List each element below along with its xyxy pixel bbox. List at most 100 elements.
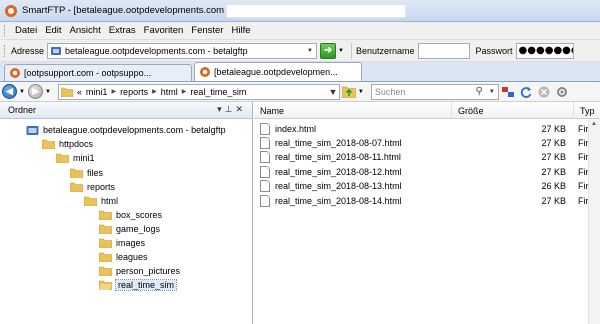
file-row[interactable]: real_time_sim_2018-08-11.html 27 KB Fire…: [254, 150, 600, 164]
toolbar-grip[interactable]: [4, 24, 7, 37]
html-file-icon: [260, 166, 270, 178]
column-label: Name: [260, 105, 285, 116]
column-header-size[interactable]: Größe: [452, 102, 574, 119]
search-icon[interactable]: ⚲: [476, 86, 483, 97]
tree-item-mini1[interactable]: mini1: [56, 151, 95, 165]
file-size: 27 KB: [541, 196, 566, 206]
tab-bar: [ootpsupport.com - ootpsuppo... [betalea…: [0, 62, 600, 82]
back-button[interactable]: ◀: [2, 84, 17, 99]
username-field[interactable]: [417, 42, 470, 59]
html-file-icon: [260, 151, 270, 163]
queue-icon[interactable]: [501, 85, 515, 99]
breadcrumb-mini1[interactable]: mini1: [86, 87, 108, 97]
file-name: real_time_sim_2018-08-12.html: [275, 167, 402, 177]
arrow-right-icon: ➜: [323, 45, 333, 56]
menu-favoriten[interactable]: Favoriten: [140, 25, 188, 36]
toolbar-grip[interactable]: [4, 44, 7, 57]
chevron-right-icon[interactable]: ▶: [111, 88, 116, 95]
address-toolbar: Adresse betaleague.ootpdevelopments.com …: [0, 40, 600, 62]
tree-item-leagues[interactable]: leagues: [99, 250, 148, 264]
breadcrumb-real-time-sim[interactable]: real_time_sim: [190, 87, 246, 97]
pin-icon[interactable]: ⊥: [225, 104, 236, 114]
file-row[interactable]: real_time_sim_2018-08-14.html 27 KB Fire…: [254, 194, 600, 208]
file-row[interactable]: real_time_sim_2018-08-12.html 27 KB Fire…: [254, 165, 600, 179]
chevron-down-icon[interactable]: ▼: [45, 89, 51, 95]
refresh-icon[interactable]: [519, 85, 533, 99]
folder-icon: [42, 139, 55, 149]
tree-item-images[interactable]: images: [99, 236, 145, 250]
file-row[interactable]: index.html 27 KB Firefox: [254, 122, 600, 136]
menu-ansicht[interactable]: Ansicht: [66, 25, 105, 36]
file-size: 27 KB: [541, 124, 566, 134]
username-label: Benutzername: [355, 45, 415, 56]
folder-up-icon[interactable]: [341, 85, 356, 99]
separator: [350, 42, 352, 59]
search-input[interactable]: Suchen ⚲ ▼: [370, 83, 499, 100]
forward-button[interactable]: ▶: [27, 84, 43, 99]
folder-icon: [99, 266, 112, 276]
title-redacted-area: [226, 3, 407, 18]
tree-item-server[interactable]: betaleague.ootpdevelopments.com - betalg…: [26, 123, 226, 137]
address-value: betaleague.ootpdevelopments.com - betalg…: [65, 45, 248, 56]
chevron-right-icon[interactable]: ▶: [182, 88, 187, 95]
file-name: real_time_sim_2018-08-13.html: [275, 181, 402, 191]
tree-label: leagues: [116, 252, 148, 262]
tree-item-files[interactable]: files: [70, 166, 103, 180]
tree-item-person-pictures[interactable]: person_pictures: [99, 264, 180, 278]
file-row[interactable]: real_time_sim_2018-08-13.html 26 KB Fire…: [254, 179, 600, 193]
tree-label: box_scores: [116, 210, 163, 220]
html-file-icon: [260, 195, 270, 207]
column-header-type[interactable]: Typ: [574, 102, 600, 119]
password-field[interactable]: ●●●●●●●●●●●: [515, 42, 574, 59]
tree-item-httpdocs[interactable]: httpdocs: [42, 137, 93, 151]
connect-go-button[interactable]: ➜: [320, 42, 337, 59]
chevron-right-icon[interactable]: ▶: [152, 88, 157, 95]
folder-pane: Ordner ▾⊥✕ betaleague.ootpdevelopments.c…: [0, 102, 253, 324]
html-file-icon: [260, 123, 270, 135]
title-bar: SmartFTP - [betaleague.ootpdevelopments.…: [0, 0, 600, 22]
menu-extras[interactable]: Extras: [105, 25, 140, 36]
scroll-up-arrow-icon[interactable]: ▲: [591, 121, 597, 127]
pane-controls: ▾⊥✕: [217, 104, 246, 115]
tree-label: person_pictures: [116, 266, 181, 276]
tree-label: httpdocs: [59, 139, 94, 149]
tab-ootpsupport[interactable]: [ootpsupport.com - ootpsuppo...: [4, 64, 192, 81]
chevron-down-icon[interactable]: ▼: [19, 89, 25, 95]
folder-pane-header: Ordner ▾⊥✕: [0, 102, 252, 119]
menu-hilfe[interactable]: Hilfe: [227, 25, 254, 36]
vertical-scrollbar[interactable]: ▲: [588, 119, 600, 324]
menu-fenster[interactable]: Fenster: [187, 25, 227, 36]
html-file-icon: [260, 180, 270, 192]
breadcrumb-reports[interactable]: reports: [120, 87, 148, 97]
breadcrumb[interactable]: « mini1 ▶ reports ▶ html ▶ real_time_sim…: [57, 83, 340, 100]
chevron-down-icon[interactable]: ▾: [217, 104, 225, 114]
chevron-down-icon[interactable]: ▼: [304, 44, 316, 58]
tab-betaleague[interactable]: [betaleague.ootpdevelopmen...: [194, 62, 362, 81]
menu-datei[interactable]: Datei: [11, 25, 41, 36]
breadcrumb-overflow[interactable]: «: [77, 87, 82, 97]
chevron-down-icon[interactable]: ▼: [358, 89, 364, 95]
html-file-icon: [260, 137, 270, 149]
file-size: 27 KB: [541, 167, 566, 177]
menu-edit[interactable]: Edit: [41, 25, 65, 36]
settings-icon[interactable]: [555, 85, 569, 99]
tree-item-real-time-sim[interactable]: real_time_sim: [99, 278, 178, 292]
tree-item-reports[interactable]: reports: [70, 180, 115, 194]
file-size: 27 KB: [541, 138, 566, 148]
close-icon[interactable]: ✕: [235, 104, 246, 114]
tree-item-box-scores[interactable]: box_scores: [99, 208, 162, 222]
tree-item-game-logs[interactable]: game_logs: [99, 222, 160, 236]
tree-item-html[interactable]: html: [84, 194, 118, 208]
stop-icon[interactable]: [537, 85, 551, 99]
chevron-down-icon[interactable]: ▼: [327, 85, 339, 99]
window-title: SmartFTP - [betaleague.ootpdevelopments.…: [22, 5, 225, 16]
column-header-name[interactable]: Name: [254, 102, 452, 119]
chevron-down-icon[interactable]: ▼: [486, 85, 498, 99]
chevron-down-icon[interactable]: ▼: [338, 48, 344, 54]
file-row[interactable]: real_time_sim_2018-08-07.html 27 KB Fire…: [254, 136, 600, 150]
address-combobox[interactable]: betaleague.ootpdevelopments.com - betalg…: [47, 42, 318, 59]
folder-icon: [84, 196, 97, 206]
breadcrumb-html[interactable]: html: [161, 87, 178, 97]
menu-bar: Datei Edit Ansicht Extras Favoriten Fens…: [0, 22, 600, 40]
arrow-left-icon: ◀: [6, 86, 13, 96]
